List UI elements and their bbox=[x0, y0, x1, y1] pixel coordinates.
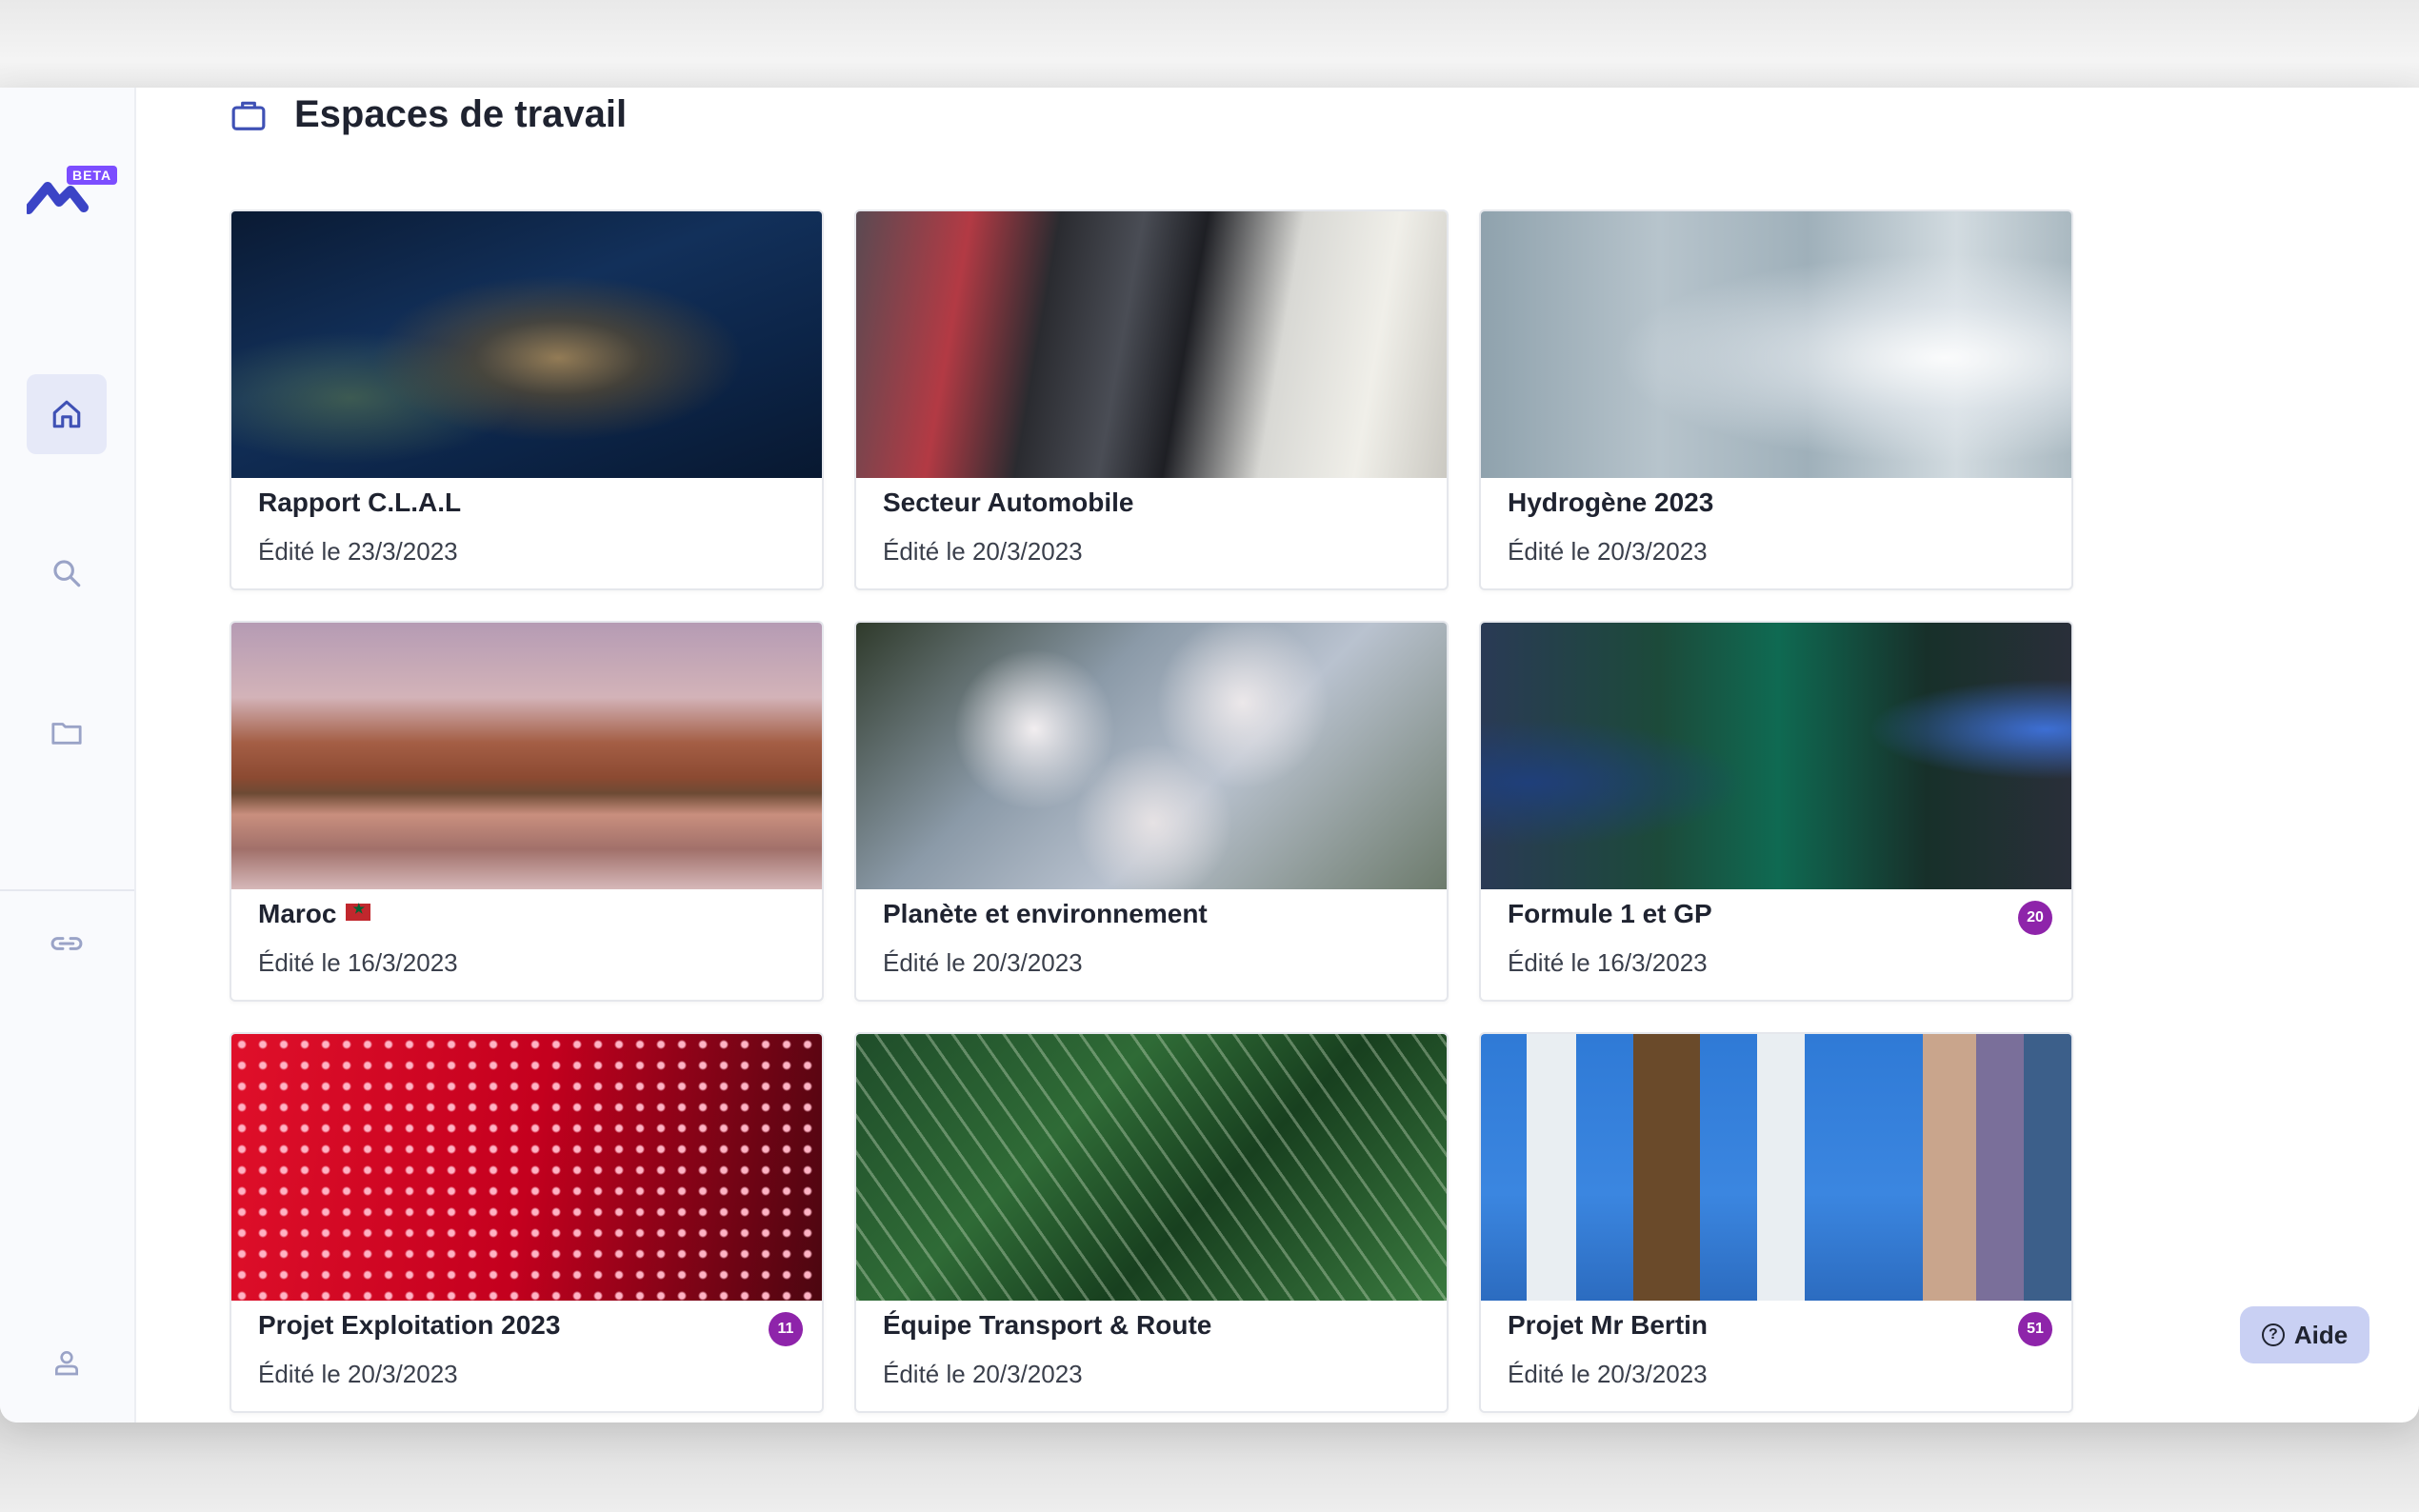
sidebar-item-folders[interactable] bbox=[27, 692, 107, 772]
briefcase-icon bbox=[231, 101, 266, 130]
workspace-date: Édité le 16/3/2023 bbox=[1508, 948, 1708, 977]
workspace-date: Édité le 20/3/2023 bbox=[883, 537, 1083, 566]
workspace-card[interactable]: Planète et environnement Édité le 20/3/2… bbox=[854, 621, 1449, 1002]
workspace-card[interactable]: Secteur Automobile Édité le 20/3/2023 bbox=[854, 209, 1449, 590]
workspace-date: Édité le 20/3/2023 bbox=[258, 1360, 458, 1388]
workspace-date: Édité le 23/3/2023 bbox=[258, 537, 458, 566]
help-button[interactable]: ? Aide bbox=[2240, 1306, 2369, 1363]
main-content: Espaces de travail Rapport C.L.A.L Édité… bbox=[134, 88, 2419, 1422]
notification-badge: 51 bbox=[2018, 1312, 2052, 1346]
workspace-title-text: Maroc bbox=[258, 899, 337, 928]
folder-icon bbox=[51, 723, 82, 745]
workspace-date: Édité le 16/3/2023 bbox=[258, 948, 458, 977]
workspace-cover-image bbox=[856, 623, 1447, 889]
workspace-date: Édité le 20/3/2023 bbox=[1508, 1360, 1708, 1388]
app-window: BETA Espaces de travail Rapport C.L.A.L … bbox=[0, 88, 2419, 1422]
workspace-title: Secteur Automobile bbox=[883, 487, 1134, 517]
workspace-date: Édité le 20/3/2023 bbox=[1508, 537, 1708, 566]
workspace-date: Édité le 20/3/2023 bbox=[883, 948, 1083, 977]
workspace-cover-image bbox=[231, 623, 822, 889]
sidebar-item-profile[interactable] bbox=[27, 1323, 107, 1403]
workspace-card[interactable]: Formule 1 et GP Édité le 16/3/2023 20 bbox=[1479, 621, 2073, 1002]
workspace-date: Édité le 20/3/2023 bbox=[883, 1360, 1083, 1388]
workspace-cover-image bbox=[231, 1034, 822, 1301]
help-icon: ? bbox=[2261, 1323, 2285, 1346]
workspace-card[interactable]: Maroc Édité le 16/3/2023 bbox=[230, 621, 824, 1002]
workspace-cover-image bbox=[856, 211, 1447, 478]
sidebar-divider bbox=[0, 889, 134, 891]
sidebar: BETA bbox=[0, 88, 136, 1422]
workspace-cover-image bbox=[231, 211, 822, 478]
workspace-title: Équipe Transport & Route bbox=[883, 1310, 1212, 1340]
search-icon bbox=[53, 560, 81, 587]
workspace-title: Projet Exploitation 2023 bbox=[258, 1310, 561, 1340]
user-icon bbox=[55, 1351, 78, 1376]
workspace-card[interactable]: Projet Mr Bertin Édité le 20/3/2023 51 bbox=[1479, 1032, 2073, 1413]
workspace-title: Maroc bbox=[258, 899, 371, 929]
workspace-title: Planète et environnement bbox=[883, 899, 1208, 928]
sidebar-item-home[interactable] bbox=[27, 374, 107, 454]
notification-badge: 20 bbox=[2018, 901, 2052, 935]
workspace-title: Formule 1 et GP bbox=[1508, 899, 1712, 928]
workspace-card[interactable]: Équipe Transport & Route Édité le 20/3/2… bbox=[854, 1032, 1449, 1413]
sidebar-item-links[interactable] bbox=[27, 904, 107, 984]
page-title: Espaces de travail bbox=[294, 93, 628, 135]
workspace-card[interactable]: Projet Exploitation 2023 Édité le 20/3/2… bbox=[230, 1032, 824, 1413]
sidebar-item-search[interactable] bbox=[27, 533, 107, 613]
workspace-card[interactable]: Rapport C.L.A.L Édité le 23/3/2023 bbox=[230, 209, 824, 590]
beta-badge: BETA bbox=[67, 166, 118, 185]
help-label: Aide bbox=[2293, 1320, 2349, 1349]
workspace-title: Hydrogène 2023 bbox=[1508, 487, 1714, 517]
link-icon bbox=[50, 937, 83, 950]
workspace-title: Rapport C.L.A.L bbox=[258, 487, 462, 517]
workspace-card[interactable]: Hydrogène 2023 Édité le 20/3/2023 bbox=[1479, 209, 2073, 590]
morocco-flag-icon bbox=[346, 901, 371, 921]
workspace-cover-image bbox=[1481, 1034, 2071, 1301]
home-icon bbox=[52, 400, 81, 428]
notification-badge: 11 bbox=[769, 1312, 803, 1346]
workspace-cover-image bbox=[856, 1034, 1447, 1301]
workspace-title: Projet Mr Bertin bbox=[1508, 1310, 1709, 1340]
workspace-cover-image bbox=[1481, 211, 2071, 478]
workspace-cover-image bbox=[1481, 623, 2071, 889]
